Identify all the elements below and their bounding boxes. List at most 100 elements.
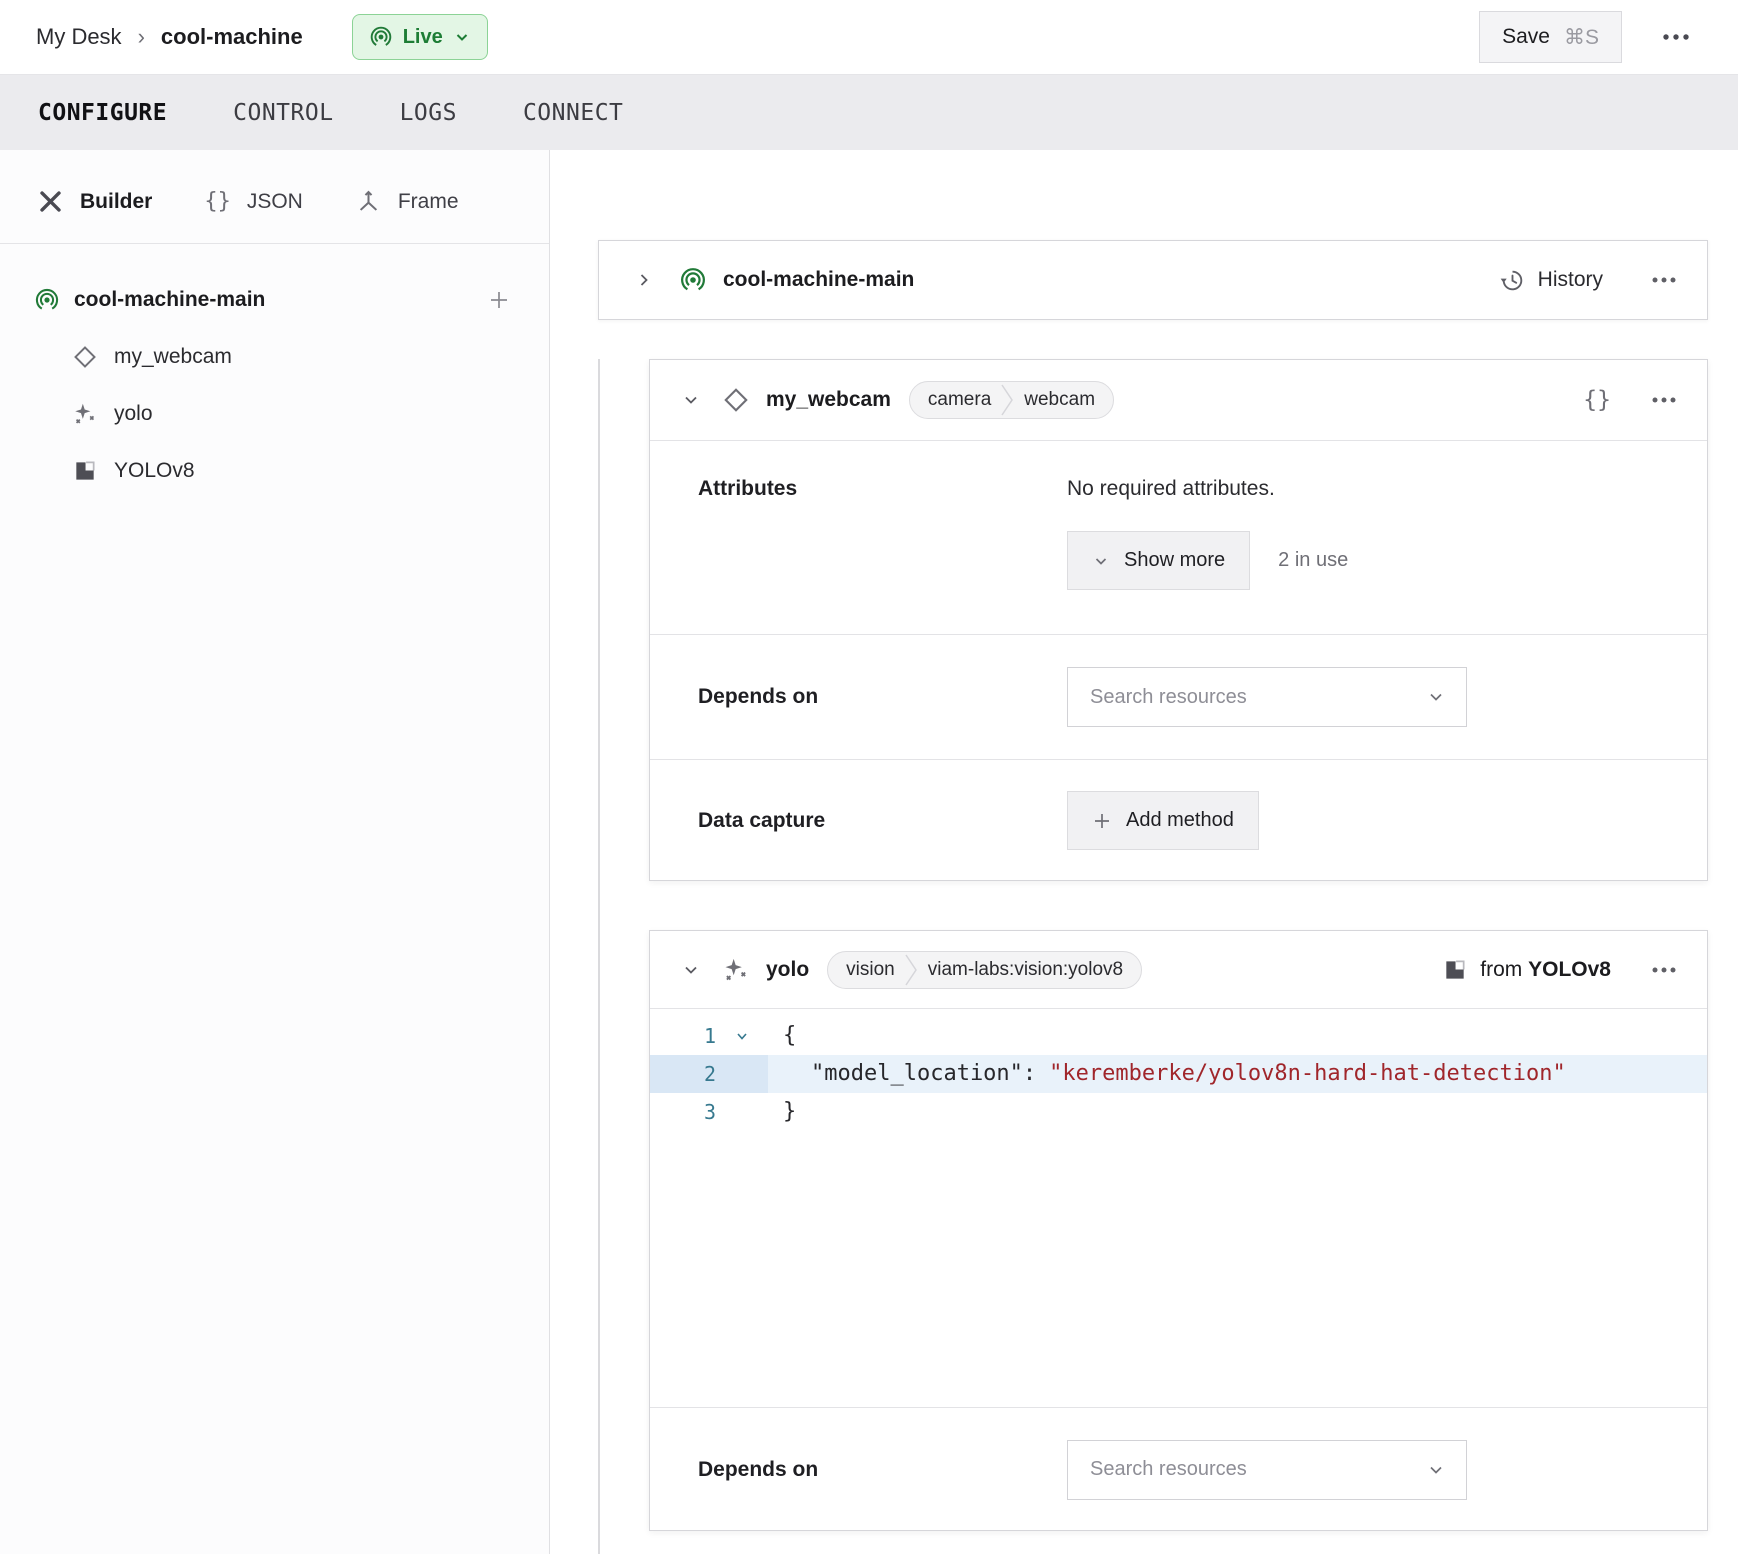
line-number: 3 xyxy=(650,1093,716,1131)
edit-json-button[interactable]: {} xyxy=(1583,387,1611,413)
tree-item-label: YOLOv8 xyxy=(114,459,195,483)
chevron-down-icon xyxy=(1426,1460,1446,1480)
config-sidebar: Builder {} JSON Frame xyxy=(0,150,550,1554)
depends-on-section: Depends on Search resources xyxy=(650,1408,1707,1531)
part-menu-button[interactable] xyxy=(1647,272,1681,288)
chevron-down-icon xyxy=(453,28,471,46)
code-fold-toggle[interactable] xyxy=(716,1029,768,1043)
attributes-json-editor[interactable]: 1 { 2 "model_location": "keremberke/yolov… xyxy=(650,1009,1707,1408)
tree-item-label: yolo xyxy=(114,402,153,426)
tab-control[interactable]: CONTROL xyxy=(233,100,333,126)
line-number: 2 xyxy=(650,1055,716,1093)
module-source-link[interactable]: from YOLOv8 xyxy=(1442,957,1611,983)
tab-logs[interactable]: LOGS xyxy=(400,100,457,126)
chevron-down-icon xyxy=(1426,687,1446,707)
service-type: vision xyxy=(828,959,905,981)
builder-tools-icon xyxy=(37,188,64,215)
tree-item-yolo[interactable]: yolo xyxy=(0,385,549,442)
tab-configure[interactable]: CONFIGURE xyxy=(38,100,167,126)
breadcrumb-location[interactable]: My Desk xyxy=(36,24,122,50)
attributes-note: No required attributes. xyxy=(1067,477,1348,501)
machine-part-header: cool-machine-main History xyxy=(598,240,1708,320)
service-card-header: yolo vision viam-labs:vision:yolov8 xyxy=(650,931,1707,1009)
topbar-actions: Save ⌘S xyxy=(1479,11,1694,63)
broadcast-icon xyxy=(369,25,393,49)
tree-item-label: cool-machine-main xyxy=(74,288,265,312)
save-shortcut: ⌘S xyxy=(1564,25,1599,50)
component-type-badge: camera webcam xyxy=(909,381,1114,419)
service-menu-button[interactable] xyxy=(1647,962,1681,978)
chevron-down-icon[interactable] xyxy=(682,391,700,409)
code-text: { xyxy=(768,1017,796,1055)
depends-on-label: Depends on xyxy=(698,685,1067,709)
braces-icon: {} xyxy=(204,189,231,214)
live-status-dropdown[interactable]: Live xyxy=(352,14,488,60)
frame-axes-icon xyxy=(355,188,382,215)
json-key: "model_location": xyxy=(811,1061,1036,1086)
tree-item-label: my_webcam xyxy=(114,345,232,369)
history-label: History xyxy=(1538,268,1603,292)
depends-on-select[interactable]: Search resources xyxy=(1067,667,1467,727)
view-toggle-label: JSON xyxy=(247,190,303,214)
vision-sparkles-icon xyxy=(722,956,750,984)
data-capture-label: Data capture xyxy=(698,809,1067,833)
service-model: viam-labs:vision:yolov8 xyxy=(918,959,1141,981)
depends-on-section: Depends on Search resources xyxy=(650,634,1707,759)
chevron-right-icon[interactable] xyxy=(635,271,653,289)
add-method-button[interactable]: Add method xyxy=(1067,791,1259,850)
line-number: 1 xyxy=(650,1017,716,1055)
code-line: 3 } xyxy=(650,1093,1707,1131)
component-type: camera xyxy=(910,389,1001,411)
service-type-badge: vision viam-labs:vision:yolov8 xyxy=(827,951,1142,989)
breadcrumb-separator-icon: › xyxy=(138,24,145,50)
view-toggle-builder[interactable]: Builder xyxy=(37,188,152,215)
depends-on-select[interactable]: Search resources xyxy=(1067,1440,1467,1500)
depends-on-placeholder: Search resources xyxy=(1090,686,1247,709)
history-clock-icon xyxy=(1499,267,1526,294)
service-name: yolo xyxy=(766,958,809,982)
json-string-value: "keremberke/yolov8n-hard-hat-detection" xyxy=(1049,1061,1566,1086)
badge-divider-icon xyxy=(905,952,918,988)
history-button[interactable]: History xyxy=(1499,267,1603,294)
chevron-down-icon[interactable] xyxy=(682,961,700,979)
save-button[interactable]: Save ⌘S xyxy=(1479,11,1622,63)
machine-tab-bar: CONFIGURE CONTROL LOGS CONNECT xyxy=(0,75,1738,150)
breadcrumb: My Desk › cool-machine xyxy=(36,24,303,50)
tab-connect[interactable]: CONNECT xyxy=(523,100,623,126)
plus-icon xyxy=(1092,811,1112,831)
add-method-label: Add method xyxy=(1126,809,1234,832)
code-text: "model_location": "keremberke/yolov8n-har… xyxy=(768,1055,1566,1093)
attributes-label: Attributes xyxy=(698,477,1067,634)
resource-tree: cool-machine-main my_webcam yolo xyxy=(0,244,549,499)
component-menu-button[interactable] xyxy=(1647,392,1681,408)
add-resource-button[interactable] xyxy=(487,288,511,312)
vision-sparkles-icon xyxy=(72,401,98,427)
top-bar: My Desk › cool-machine Live Save ⌘S xyxy=(0,0,1738,75)
code-line-active: 2 "model_location": "keremberke/yolov8n-h… xyxy=(650,1055,1707,1093)
part-title: cool-machine-main xyxy=(723,268,914,292)
module-icon xyxy=(72,458,98,484)
code-text: } xyxy=(768,1093,796,1131)
machine-menu-button[interactable] xyxy=(1658,29,1694,45)
config-builder-canvas: cool-machine-main History xyxy=(550,150,1738,1554)
module-icon xyxy=(1442,957,1468,983)
view-toggle-json[interactable]: {} JSON xyxy=(204,189,303,214)
camera-component-icon xyxy=(722,386,750,414)
from-label: from xyxy=(1480,958,1522,981)
data-capture-section: Data capture Add method xyxy=(650,759,1707,881)
from-module-name: YOLOv8 xyxy=(1528,958,1611,981)
tree-item-yolov8-module[interactable]: YOLOv8 xyxy=(0,442,549,499)
show-more-label: Show more xyxy=(1124,549,1225,572)
tree-item-machine-part[interactable]: cool-machine-main xyxy=(0,272,549,328)
component-model: webcam xyxy=(1014,389,1113,411)
view-toggle-label: Builder xyxy=(80,190,152,214)
attributes-section: Attributes No required attributes. Show … xyxy=(650,441,1707,634)
depends-on-label: Depends on xyxy=(698,1458,1067,1482)
component-card-my-webcam: my_webcam camera webcam {} Attributes No… xyxy=(649,359,1708,881)
badge-divider-icon xyxy=(1001,382,1014,418)
nesting-guide-line xyxy=(598,359,600,1554)
service-card-yolo: yolo vision viam-labs:vision:yolov8 xyxy=(649,930,1708,1531)
view-toggle-frame[interactable]: Frame xyxy=(355,188,459,215)
tree-item-my-webcam[interactable]: my_webcam xyxy=(0,328,549,385)
show-more-button[interactable]: Show more xyxy=(1067,531,1250,590)
